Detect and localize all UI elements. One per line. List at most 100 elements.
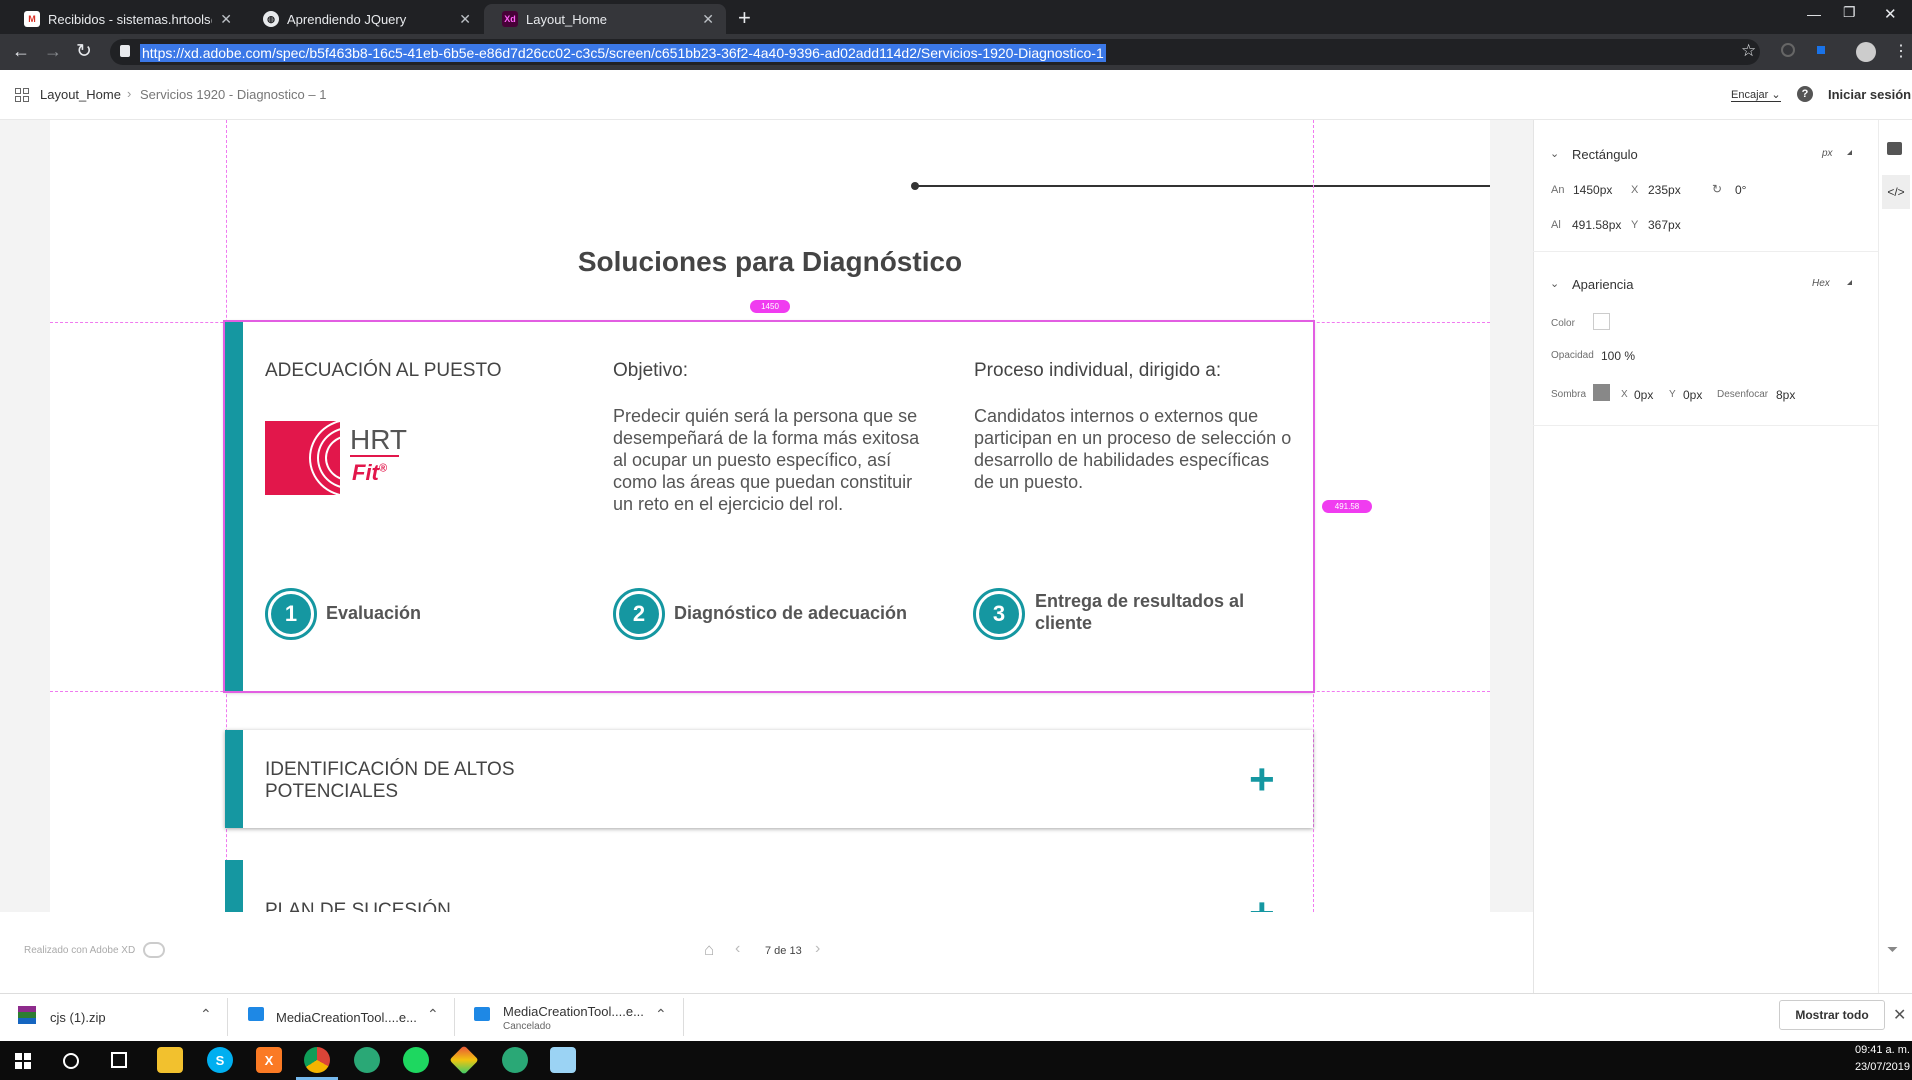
download-name[interactable]: cjs (1).zip (50, 1010, 106, 1025)
shadow-swatch[interactable] (1593, 384, 1610, 401)
chevron-up-icon[interactable]: ⌃ (655, 1006, 667, 1023)
back-icon[interactable]: ← (12, 41, 30, 62)
step-number: 3 (979, 594, 1019, 634)
url-text[interactable]: https://xd.adobe.com/spec/b5f463b8-16c5-… (140, 44, 1106, 62)
show-all-button[interactable]: Mostrar todo (1779, 1000, 1885, 1030)
filter-icon[interactable]: ⏷ (1887, 941, 1898, 958)
gmail-icon: M (24, 11, 40, 27)
home-icon[interactable]: ⌂ (704, 940, 714, 960)
reload-icon[interactable]: ↻ (76, 40, 92, 63)
x-label: X (1631, 184, 1639, 196)
close-icon[interactable]: ✕ (459, 11, 471, 28)
creative-cloud-icon (143, 942, 165, 958)
width-label: An (1551, 184, 1565, 196)
windows-start-icon[interactable] (15, 1053, 31, 1069)
code-icon[interactable]: </> (1882, 175, 1910, 209)
logo-registered: ® (378, 462, 387, 475)
bookmark-star-icon[interactable]: ☆ (1741, 41, 1756, 61)
zip-file-icon (18, 1006, 36, 1024)
fit-dropdown[interactable]: Encajar ⌄ (1731, 88, 1781, 102)
app-icon[interactable] (550, 1047, 576, 1073)
download-status: Cancelado (503, 1021, 551, 1032)
tab-gmail[interactable]: M Recibidos - sistemas.hrtools@gm ✕ (6, 4, 244, 34)
profile-avatar[interactable] (1856, 42, 1876, 62)
divider (683, 998, 684, 1036)
download-name[interactable]: MediaCreationTool....e... (276, 1010, 417, 1025)
task-view-icon[interactable] (111, 1052, 127, 1068)
exe-file-icon (248, 1007, 264, 1021)
card-accent-bar (225, 730, 243, 828)
width-badge: 1450 (750, 300, 790, 313)
unit-select[interactable]: px (1822, 148, 1833, 159)
expand-plus-icon[interactable]: + (1249, 758, 1275, 802)
close-icon[interactable]: ✕ (220, 11, 232, 28)
new-tab-icon[interactable]: + (738, 5, 751, 31)
color-mode-select[interactable]: Hex (1812, 278, 1830, 289)
shadow-label: Sombra (1551, 389, 1587, 400)
next-icon[interactable]: › (815, 940, 820, 958)
extension-icon[interactable] (1781, 43, 1795, 57)
file-explorer-icon[interactable] (157, 1047, 183, 1073)
breadcrumb-root[interactable]: Layout_Home (40, 87, 121, 102)
tab-jquery[interactable]: ◍ Aprendiendo JQuery ✕ (245, 4, 483, 34)
comment-icon[interactable] (1887, 142, 1902, 155)
expand-plus-icon[interactable]: + (1249, 892, 1275, 913)
x-value: 235px (1648, 183, 1681, 197)
clock-date[interactable]: 23/07/2019 (1840, 1061, 1910, 1073)
divider (1533, 251, 1878, 252)
logo-divider (350, 455, 399, 457)
card-accent-bar (225, 322, 243, 691)
minimize-icon[interactable]: — (1807, 6, 1821, 22)
restore-icon[interactable]: ❐ (1843, 4, 1856, 21)
prev-icon[interactable]: ‹ (735, 940, 740, 958)
signin-link[interactable]: Iniciar sesión (1828, 87, 1911, 102)
app-icon[interactable] (502, 1047, 528, 1073)
rotation-value: 0° (1735, 183, 1747, 197)
shadow-y-label: Y (1669, 389, 1676, 400)
height-badge: 491.58 (1322, 500, 1372, 513)
right-rail (1878, 120, 1912, 993)
grid-icon[interactable] (15, 88, 29, 102)
card-title: PLAN DE SUCESIÓN (265, 900, 451, 912)
chrome-icon[interactable] (304, 1047, 330, 1073)
chevron-down-icon[interactable]: ⌄ (1550, 147, 1559, 160)
height-value: 491.58px (1572, 218, 1622, 232)
timeline-line (915, 185, 1490, 187)
close-icon[interactable]: ✕ (1893, 1005, 1906, 1025)
xampp-icon[interactable]: X (256, 1047, 282, 1073)
close-window-icon[interactable]: ✕ (1884, 5, 1897, 23)
tab-layout-home[interactable]: Xd Layout_Home ✕ (484, 4, 726, 34)
skype-icon[interactable]: S (207, 1047, 233, 1073)
chevron-up-icon[interactable]: ⌃ (200, 1006, 212, 1023)
cortana-icon[interactable] (63, 1053, 79, 1069)
tab-title: Layout_Home (526, 11, 607, 27)
app-icon[interactable] (354, 1047, 380, 1073)
step-number-badge: 1 (265, 588, 317, 640)
help-icon[interactable]: ? (1797, 86, 1813, 102)
exe-file-icon (474, 1007, 490, 1021)
logo-fit-text: Fit (352, 460, 379, 485)
menu-icon[interactable]: ⋮ (1893, 41, 1909, 61)
process-title: Proceso individual, dirigido a: (974, 360, 1222, 381)
extension-icon[interactable] (1814, 43, 1828, 57)
shadow-x-value: 0px (1634, 388, 1654, 402)
color-swatch[interactable] (1593, 313, 1610, 330)
globe-icon: ◍ (263, 11, 279, 27)
spotify-icon[interactable] (403, 1047, 429, 1073)
chevron-down-icon[interactable]: ⌄ (1550, 277, 1559, 290)
chevron-right-icon: › (127, 86, 132, 101)
guide-line (1313, 120, 1314, 912)
process-text: Candidatos internos o externos que parti… (974, 406, 1292, 492)
chevron-up-icon[interactable]: ⌃ (427, 1006, 439, 1023)
divider (1533, 425, 1878, 426)
height-label: Al (1551, 219, 1561, 231)
lock-icon[interactable] (120, 45, 130, 57)
objective-title: Objetivo: (613, 360, 688, 381)
forward-icon[interactable]: → (44, 41, 62, 62)
download-name[interactable]: MediaCreationTool....e... (503, 1004, 644, 1019)
step-number: 1 (271, 594, 311, 634)
clock-time[interactable]: 09:41 a. m. (1840, 1044, 1910, 1056)
close-icon[interactable]: ✕ (702, 11, 714, 28)
card-title: ADECUACIÓN AL PUESTO (265, 360, 502, 381)
divider (227, 998, 228, 1036)
